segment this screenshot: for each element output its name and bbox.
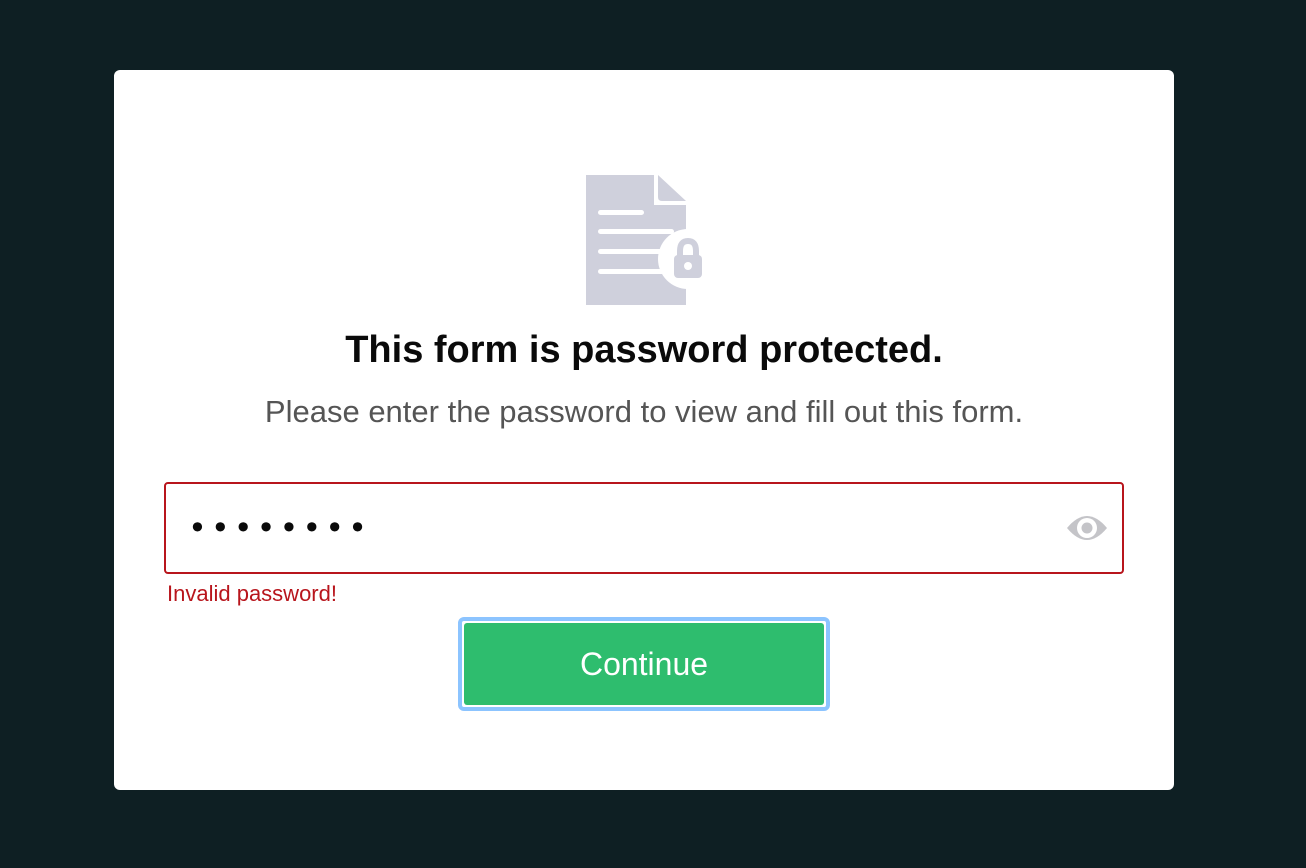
continue-button-focus-ring: Continue	[458, 617, 830, 711]
eye-icon[interactable]	[1066, 510, 1108, 546]
password-dialog: This form is password protected. Please …	[114, 70, 1174, 790]
error-message: Invalid password!	[167, 581, 337, 606]
locked-document-icon	[586, 175, 706, 305]
dialog-title: This form is password protected.	[345, 329, 943, 371]
password-masked-value: ••••••••	[188, 509, 371, 547]
password-input[interactable]: ••••••••	[164, 482, 1124, 574]
dialog-subtitle: Please enter the password to view and fi…	[264, 394, 1024, 429]
continue-button[interactable]: Continue	[464, 623, 824, 705]
